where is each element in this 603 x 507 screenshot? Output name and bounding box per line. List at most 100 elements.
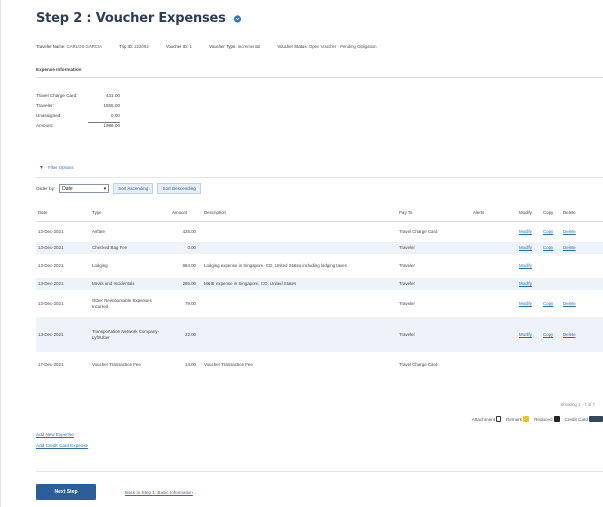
add-credit-card-expense-link[interactable]: Add Credit Card Expense xyxy=(36,443,88,448)
cell-amount: 14.00 xyxy=(185,362,196,368)
sort-ascending-button[interactable]: Sort Ascending xyxy=(113,183,154,194)
page-title: Step 2 : Voucher Expenses xyxy=(36,11,242,26)
cell-type: Other Reimbursable Expenses Incurred xyxy=(92,298,152,309)
next-step-button[interactable]: Next Step xyxy=(36,484,96,500)
col-header-description[interactable]: Description xyxy=(202,205,397,222)
summary-row-traveler: Traveler: 1555.00 xyxy=(36,102,120,108)
cell-pay-to: Traveler xyxy=(397,242,471,254)
cell-pay-to: Traveler xyxy=(397,317,471,352)
cell-type: Checked Bag Fee xyxy=(90,242,170,254)
cell-type: Meals and Incidentals xyxy=(90,278,170,290)
table-row: 13-Dec-2021 Lodging 984.00 Lodging expen… xyxy=(36,254,603,278)
footer-divider xyxy=(36,471,603,472)
voucher-expenses-page: Step 2 : Voucher Expenses Traveler Name:… xyxy=(0,0,603,507)
cell-amount: 984.00 xyxy=(182,263,196,269)
help-circle-icon[interactable] xyxy=(233,14,242,23)
expense-information-header: Expense Information xyxy=(36,67,82,72)
filter-options-label: Filter Options xyxy=(48,165,74,170)
section-divider xyxy=(36,77,603,78)
cell-description: Lodging expense in Singapore, CO, United… xyxy=(204,263,347,269)
cell-pay-to: Traveler xyxy=(399,300,415,306)
summary-row-travel-charge-card: Travel Charge Card: 431.00 xyxy=(36,92,120,98)
cell-pay-to: Travel Charge Card xyxy=(399,362,438,368)
reduced-icon xyxy=(553,416,560,422)
add-new-expense-link[interactable]: Add New Expense xyxy=(36,432,74,437)
meta-voucher-id: Voucher ID: 1 xyxy=(165,44,192,49)
copy-link[interactable]: Copy xyxy=(543,301,553,306)
back-to-step-1-link[interactable]: Back to Step 1: Basic Information xyxy=(125,490,193,495)
expenses-table: Date Type Amount Description Pay To Aler… xyxy=(36,205,603,378)
modify-link[interactable]: Modify xyxy=(519,281,532,286)
cell-type: Transportation Network Company-Lyft/Uber xyxy=(90,317,170,352)
meta-voucher-status: Voucher Status: Open Voucher - Pending O… xyxy=(277,44,377,49)
cell-alerts xyxy=(471,221,517,242)
cell-pay-to: Traveler xyxy=(399,263,415,269)
cell-amount: 79.00 xyxy=(185,300,196,306)
cell-date: 13-Dec-2021 xyxy=(36,278,90,290)
meta-voucher-type: Voucher Type: Incremental xyxy=(209,44,261,49)
filter-divider xyxy=(36,177,603,178)
cell-amount: 22.00 xyxy=(170,317,202,352)
table-row: 13-Dec-2021 Other Reimbursable Expenses … xyxy=(36,290,603,317)
table-row: 17-Dec-2021 Voucher Transaction Fee 14.0… xyxy=(36,352,603,378)
copy-link[interactable]: Copy xyxy=(543,245,553,250)
delete-link[interactable]: Delete xyxy=(563,229,576,234)
order-by-select[interactable]: Date ▾ xyxy=(59,184,110,193)
chevron-down-icon: ▾ xyxy=(40,165,44,171)
filter-options-toggle[interactable]: ▾ Filter Options xyxy=(40,164,74,171)
copy-link[interactable]: Copy xyxy=(543,229,553,234)
table-row: 13-Dec-2021 Airfare 426.00 Travel Charge… xyxy=(36,221,603,242)
col-header-pay-to[interactable]: Pay To xyxy=(397,205,471,222)
modify-link[interactable]: Modify xyxy=(519,301,532,306)
cell-description xyxy=(202,242,397,254)
cell-alerts xyxy=(471,254,517,278)
paperclip-icon xyxy=(496,416,502,422)
meta-traveler-name: Traveler Name: CARLOS GARCIA xyxy=(36,44,102,49)
legend-credit-card: Credit Card xyxy=(565,416,603,422)
cell-description: Voucher Transaction Fee xyxy=(204,362,253,368)
chevron-down-icon: ▾ xyxy=(103,185,107,192)
modify-link[interactable]: Modify xyxy=(519,263,532,268)
voucher-meta-bar: Traveler Name: CARLOS GARCIA Trip ID: 22… xyxy=(36,44,603,52)
legend-reduced: Reduced xyxy=(534,416,560,422)
remark-icon xyxy=(523,416,530,422)
cell-date: 13-Dec-2021 xyxy=(36,317,90,352)
cell-pay-to: Travel Charge Card xyxy=(399,229,438,234)
summary-row-amount: Amount: 1986.00 xyxy=(36,122,120,128)
col-header-type[interactable]: Type xyxy=(90,205,170,222)
col-header-copy: Copy xyxy=(541,205,561,222)
cell-date: 13-Dec-2021 xyxy=(38,263,64,269)
legend-attachment: Attachment xyxy=(472,416,502,422)
cell-amount: 285.00 xyxy=(170,278,202,290)
delete-link[interactable]: Delete xyxy=(563,301,576,306)
legend: Attachment Remark Reduced Credit Card xyxy=(467,416,603,422)
delete-link[interactable]: Delete xyxy=(563,245,576,250)
summary-row-unassigned: Unassigned: 0.00 xyxy=(36,112,120,118)
order-by-label: Order by: xyxy=(36,186,56,191)
col-header-modify: Modify xyxy=(517,205,541,222)
cell-alerts xyxy=(471,290,517,317)
modify-link[interactable]: Modify xyxy=(519,245,532,250)
col-header-date[interactable]: Date xyxy=(36,205,90,222)
cell-description xyxy=(202,221,397,242)
table-row: 13-Dec-2021 Transportation Network Compa… xyxy=(36,317,603,352)
col-header-amount[interactable]: Amount xyxy=(170,205,202,222)
cell-alerts xyxy=(471,278,517,290)
delete-link[interactable]: Delete xyxy=(563,332,576,337)
cell-date: 17-Dec-2021 xyxy=(38,362,64,368)
sort-descending-button[interactable]: Sort Descending xyxy=(157,183,201,194)
cell-amount: 0.00 xyxy=(170,242,202,254)
copy-link[interactable]: Copy xyxy=(543,332,553,337)
cell-type: Airfare xyxy=(92,229,105,234)
modify-link[interactable]: Modify xyxy=(519,229,532,234)
modify-link[interactable]: Modify xyxy=(519,332,532,337)
meta-trip-id: Trip ID: 222093 xyxy=(119,44,149,49)
cell-description: M&IE expense in Singapore, CO, United St… xyxy=(202,278,397,290)
cell-description xyxy=(202,290,397,317)
cell-description xyxy=(202,317,397,352)
pagination-status: Showing 1 - 7 of 7 xyxy=(560,402,595,407)
legend-remark: Remark xyxy=(506,416,530,422)
credit-card-icon xyxy=(589,416,603,422)
col-header-delete: Delete xyxy=(561,205,603,222)
table-row: 13-Dec-2021 Meals and Incidentals 285.00… xyxy=(36,278,603,290)
